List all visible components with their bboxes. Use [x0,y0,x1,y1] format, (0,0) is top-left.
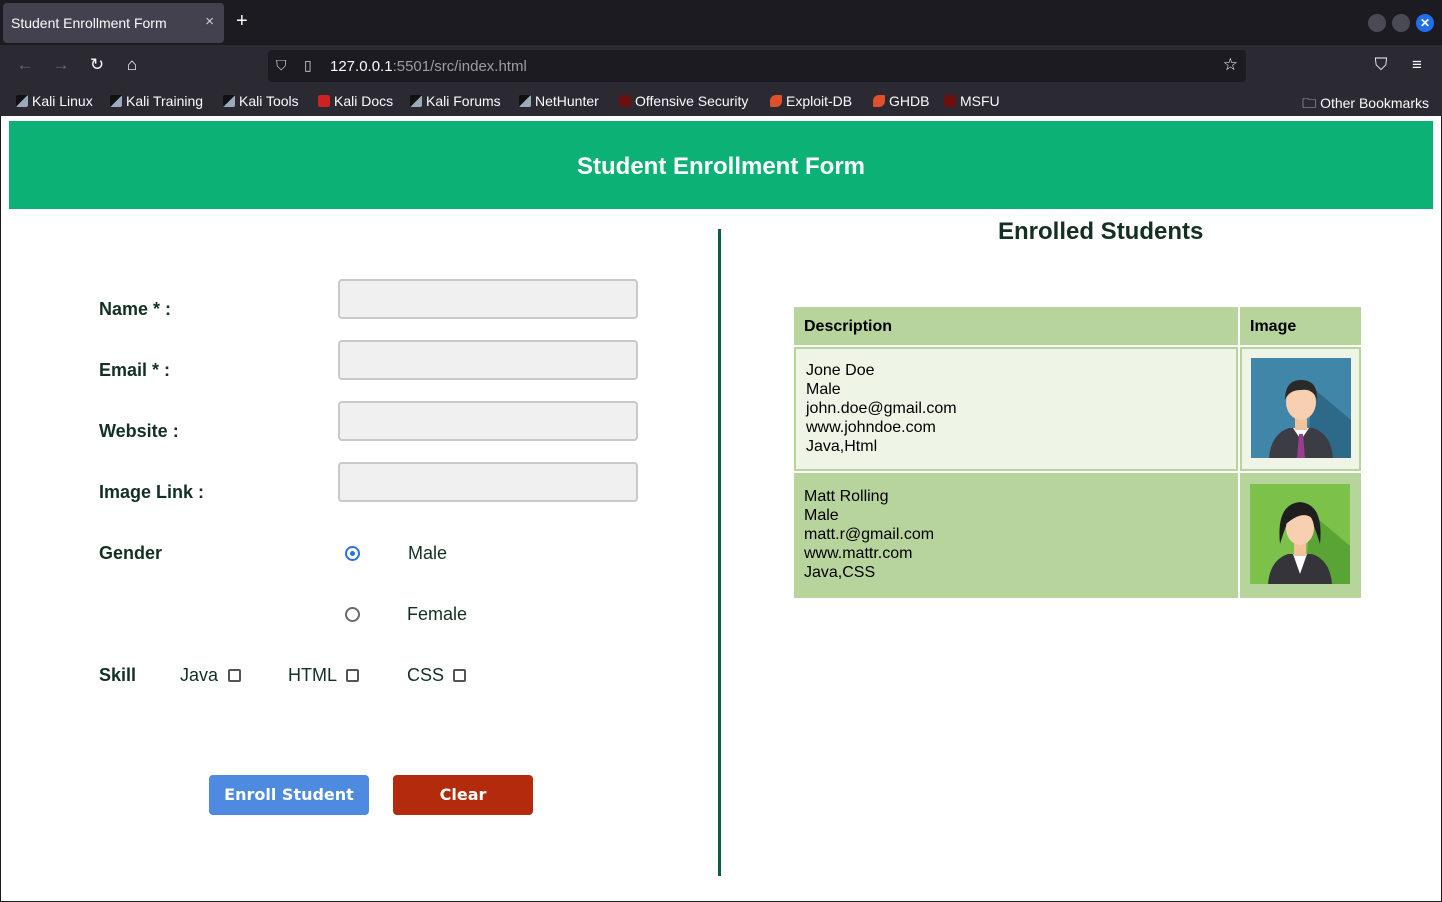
forward-arrow-icon[interactable]: → [50,55,72,75]
shield-icon: ⛉ [276,57,287,73]
student-email: matt.r@gmail.com [804,526,935,543]
tab-bar: Student Enrollment Form × + ✕ [0,0,1442,45]
male-avatar-image [1251,358,1351,458]
student-gender: Male [804,507,839,524]
url-host: 127.0.0.1 [330,58,393,75]
student-website: www.johndoe.com [806,419,936,436]
skill-css-label: CSS [407,665,445,685]
image-link-label: Image Link : [99,482,205,502]
gender-male-label: Male [408,543,448,563]
bookmarks-bar: Kali Linux Kali Training Kali Tools Kali… [0,87,1442,116]
page-header: Student Enrollment Form [9,121,1433,209]
gender-label: Gender [99,543,163,563]
image-link-input[interactable] [338,462,638,502]
column-header-description: Description [794,307,1238,345]
clear-button[interactable]: Clear [393,775,533,815]
student-email: john.doe@gmail.com [806,400,957,417]
skill-html-checkbox[interactable] [346,669,359,682]
student-image-cell [1240,473,1361,598]
gender-female-radio[interactable] [345,607,360,622]
address-bar[interactable]: ⛉ ▯ 127.0.0.1:5501/src/index.html ☆ [268,50,1246,82]
page-title: Student Enrollment Form [577,152,865,180]
browser-tab[interactable]: Student Enrollment Form × [3,3,224,43]
student-website: www.mattr.com [804,545,913,562]
back-arrow-icon[interactable]: ← [14,55,36,75]
kali-icon [223,95,235,107]
bookmark-ghdb[interactable]: GHDB [873,93,929,109]
bookmark-kali-linux[interactable]: Kali Linux [16,93,93,109]
kali-icon [410,95,422,107]
gender-female-label: Female [407,604,468,624]
table-row: Jone Doe Male john.doe@gmail.com www.joh… [794,347,1238,471]
close-window-button[interactable]: ✕ [1416,14,1434,32]
skill-html-label: HTML [288,665,337,685]
new-tab-icon[interactable]: + [236,11,248,31]
enroll-student-button[interactable]: Enroll Student [209,775,369,815]
folder-icon: 🗀 [1302,95,1321,111]
maximize-window-button[interactable] [1392,14,1410,32]
student-name: Jone Doe [806,362,875,379]
skill-css-checkbox[interactable] [453,669,466,682]
student-image-cell [1240,347,1361,471]
skill-java-checkbox[interactable] [228,669,241,682]
skill-java-label: Java [180,665,219,685]
home-icon[interactable]: ⌂ [121,55,143,75]
web-page: Student Enrollment Form Name * : Email *… [1,116,1441,901]
kali-docs-icon [318,95,330,107]
student-gender: Male [806,381,841,398]
student-name: Matt Rolling [804,488,889,505]
bookmark-msfu[interactable]: MSFU [944,93,1000,109]
bookmark-offensive-security[interactable]: Offensive Security [619,93,748,109]
nethunter-icon [519,95,531,107]
bookmark-kali-docs[interactable]: Kali Docs [318,93,393,109]
exploit-db-icon [770,95,782,107]
page-icon: ▯ [304,57,312,73]
kali-icon [110,95,122,107]
bookmark-kali-forums[interactable]: Kali Forums [410,93,501,109]
enrolled-students-title: Enrolled Students [998,218,1204,245]
bookmark-star-icon[interactable]: ☆ [1223,55,1238,75]
msfu-icon [944,95,956,107]
bookmark-kali-tools[interactable]: Kali Tools [223,93,299,109]
column-header-image: Image [1240,307,1361,345]
ghdb-icon [873,95,885,107]
bookmark-kali-training[interactable]: Kali Training [110,93,203,109]
tab-title: Student Enrollment Form [11,15,167,31]
gender-male-radio[interactable] [345,546,360,561]
email-input[interactable] [338,340,638,380]
offsec-icon [619,95,631,107]
menu-icon[interactable]: ≡ [1406,55,1428,75]
student-skills: Java,CSS [804,564,876,581]
name-input[interactable] [338,279,638,319]
name-label: Name * : [99,299,172,319]
other-bookmarks[interactable]: 🗀 Other Bookmarks [1302,93,1429,117]
kali-icon [16,95,28,107]
vertical-divider [718,229,721,876]
skill-label: Skill [99,665,137,685]
bookmark-exploit-db[interactable]: Exploit-DB [770,93,852,109]
navigation-bar: ← → ↻ ⌂ ⛉ ▯ 127.0.0.1:5501/src/index.htm… [0,45,1442,87]
student-skills: Java,Html [806,438,878,455]
female-avatar-image [1250,484,1350,584]
table-row: Matt Rolling Male matt.r@gmail.com www.m… [794,473,1238,598]
pocket-icon[interactable]: ⛉ [1370,55,1392,75]
reload-icon[interactable]: ↻ [86,55,108,75]
bookmark-nethunter[interactable]: NetHunter [519,93,599,109]
website-label: Website : [99,421,179,441]
website-input[interactable] [338,401,638,441]
url-path: :5501/src/index.html [392,58,527,75]
url-text[interactable]: 127.0.0.1:5501/src/index.html [330,58,527,75]
tab-close-icon[interactable]: × [205,13,214,30]
email-label: Email * : [99,360,171,380]
minimize-window-button[interactable] [1368,14,1386,32]
